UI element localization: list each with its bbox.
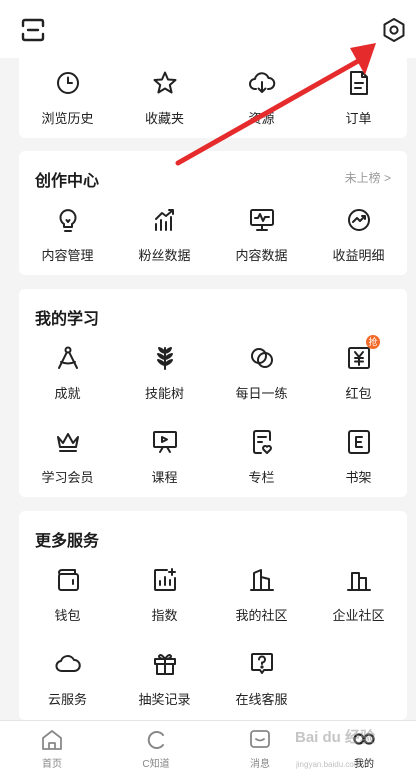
monitor-pulse-icon [249, 209, 274, 231]
service-item-label: 钱包 [54, 608, 81, 623]
column-heart-icon [252, 430, 272, 454]
creation-item-label: 内容管理 [41, 248, 94, 263]
learning-item-label: 每日一练 [235, 386, 288, 401]
quick-link-history[interactable]: 浏览历史 [19, 54, 116, 138]
learning-item-label: 红包 [345, 386, 372, 401]
cloud-download-icon [248, 72, 275, 93]
learning-item-achievement[interactable]: 成就 [19, 329, 116, 413]
message-icon [250, 730, 270, 748]
compass-icon [57, 346, 78, 369]
tab-messages[interactable]: 消息 [208, 721, 312, 778]
bar-chart-icon [154, 209, 174, 231]
creation-item-label: 内容数据 [235, 248, 288, 263]
service-item-label: 我的社区 [235, 608, 288, 623]
service-item-label: 指数 [151, 608, 178, 623]
wallet-icon [57, 569, 79, 591]
tab-home[interactable]: 首页 [0, 721, 104, 778]
c-know-icon [147, 731, 164, 749]
wheat-icon [156, 347, 173, 370]
tab-profile[interactable]: 我的 [312, 721, 416, 778]
learning-item-skill-tree[interactable]: 技能树 [116, 329, 213, 413]
learning-item-label: 学习会员 [41, 470, 94, 485]
quick-link-label: 浏览历史 [41, 111, 94, 126]
tab-label: C知道 [142, 759, 170, 770]
home-icon [42, 730, 62, 750]
help-chat-icon [250, 653, 273, 674]
rings-icon [250, 348, 273, 368]
service-item-label: 企业社区 [332, 608, 385, 623]
creation-item-income[interactable]: 收益明细 [310, 191, 407, 275]
quick-link-resources[interactable]: 资源 [213, 54, 310, 138]
gift-icon [153, 654, 176, 675]
tab-label: 首页 [42, 759, 62, 770]
creation-item-fans-data[interactable]: 粉丝数据 [116, 191, 213, 275]
learning-card: 我的学习 成就 技能树 每日一练 抢 红包 学习会员 课程 专栏 书架 [19, 289, 407, 497]
quick-link-favorites[interactable]: 收藏夹 [116, 54, 213, 138]
trend-circle-icon [347, 209, 370, 231]
service-item-index[interactable]: 指数 [116, 551, 213, 635]
learning-item-label: 专栏 [248, 470, 275, 485]
service-item-enterprise-community[interactable]: 企业社区 [310, 551, 407, 635]
service-item-cloud[interactable]: 云服务 [19, 635, 116, 719]
service-item-label: 在线客服 [235, 692, 288, 707]
top-bar [0, 0, 416, 58]
tab-c-know[interactable]: C知道 [104, 721, 208, 778]
quick-links-card: 浏览历史 收藏夹 资源 订单 [19, 54, 407, 138]
learning-item-courses[interactable]: 课程 [116, 413, 213, 497]
learning-item-bookshelf[interactable]: 书架 [310, 413, 407, 497]
creation-item-label: 收益明细 [332, 248, 385, 263]
creation-item-content-data[interactable]: 内容数据 [213, 191, 310, 275]
star-icon [153, 71, 176, 94]
learning-item-red-packet[interactable]: 抢 红包 [310, 329, 407, 413]
card-title: 我的学习 [35, 311, 100, 328]
tab-label: 我的 [354, 759, 374, 770]
tab-label: 消息 [250, 759, 270, 770]
quick-link-orders[interactable]: 订单 [310, 54, 407, 138]
quick-link-label: 订单 [345, 111, 372, 126]
learning-item-label: 课程 [151, 470, 178, 485]
service-item-label: 云服务 [47, 692, 87, 707]
cloud-icon [54, 655, 81, 672]
learning-item-daily-practice[interactable]: 每日一练 [213, 329, 310, 413]
clock-icon [56, 72, 79, 94]
book-e-icon [347, 430, 370, 454]
index-chart-icon [153, 568, 176, 591]
card-title: 创作中心 [35, 173, 100, 190]
creation-item-content-manage[interactable]: 内容管理 [19, 191, 116, 275]
learning-item-label: 成就 [54, 386, 81, 401]
creation-center-card: 创作中心 未上榜 > 内容管理 粉丝数据 内容数据 收益明细 [19, 151, 407, 275]
learning-item-column[interactable]: 专栏 [213, 413, 310, 497]
ranking-link[interactable]: 未上榜 > [345, 169, 391, 186]
service-item-my-community[interactable]: 我的社区 [213, 551, 310, 635]
service-item-wallet[interactable]: 钱包 [19, 551, 116, 635]
community-icon [249, 569, 274, 591]
enterprise-icon [346, 572, 371, 591]
card-title: 更多服务 [35, 533, 100, 550]
creation-item-label: 粉丝数据 [138, 248, 191, 263]
scan-icon[interactable] [20, 17, 46, 43]
services-card: 更多服务 钱包 指数 我的社区 企业社区 云服务 抽奖记录 在线客服 [19, 511, 407, 720]
learning-item-membership[interactable]: 学习会员 [19, 413, 116, 497]
service-item-customer-service[interactable]: 在线客服 [213, 635, 310, 719]
learning-item-label: 书架 [345, 470, 372, 485]
service-item-lottery[interactable]: 抽奖记录 [116, 635, 213, 719]
quick-link-label: 资源 [248, 111, 275, 126]
profile-icon [353, 733, 375, 745]
presentation-icon [152, 431, 177, 453]
crown-icon [56, 433, 79, 452]
lightbulb-icon [59, 209, 76, 232]
settings-icon[interactable] [380, 16, 408, 44]
grab-badge: 抢 [366, 335, 380, 349]
document-icon [349, 71, 368, 95]
service-item-label: 抽奖记录 [138, 692, 191, 707]
quick-link-label: 收藏夹 [144, 111, 184, 126]
learning-item-label: 技能树 [144, 386, 184, 401]
bottom-tab-bar: 首页 C知道 消息 我的 [0, 720, 416, 778]
